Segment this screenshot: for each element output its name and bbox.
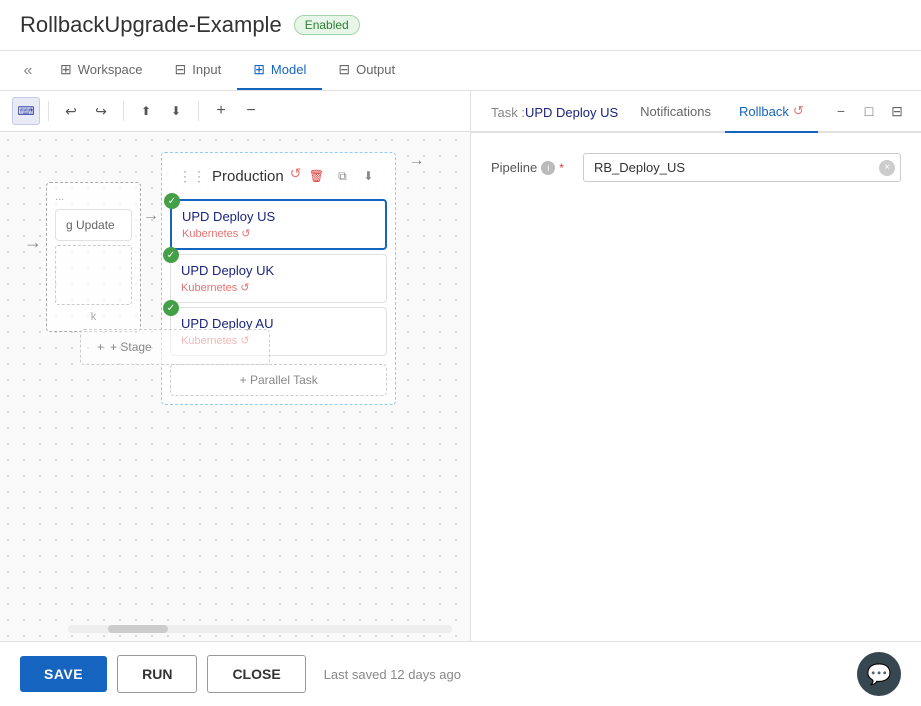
task-type: Kubernetes ↺ — [182, 227, 375, 240]
right-tab-actions: − □ ⊟ — [829, 99, 909, 123]
partial-stage-box — [55, 245, 132, 305]
add-stage-button[interactable]: + + Stage — [80, 329, 270, 365]
toolbar-group-move: ⬆ ⬇ — [132, 97, 190, 125]
toolbar-separator-1 — [48, 101, 49, 121]
task-name-2: UPD Deploy UK — [181, 263, 376, 278]
task-type-2: Kubernetes ↺ — [181, 281, 376, 294]
right-panel: Task :UPD Deploy US Notifications Rollba… — [471, 91, 921, 641]
pipeline-field-row: Pipeline i * × — [491, 153, 901, 182]
bottom-bar: SAVE RUN CLOSE Last saved 12 days ago 💬 — [0, 641, 921, 706]
drag-handle-icon: ⋮⋮ — [178, 168, 206, 185]
pipeline-input[interactable] — [583, 153, 901, 182]
task-rollback-icon-2: ↺ — [240, 281, 249, 294]
canvas-panel: ⌨ ↩ ↪ ⬆ ⬇ + − → — [0, 91, 471, 641]
required-indicator: * — [559, 161, 564, 175]
chat-icon: 💬 — [867, 662, 892, 687]
rollback-stage-icon[interactable]: ↺ — [290, 165, 302, 187]
right-panel-content: Pipeline i * × — [471, 133, 921, 641]
delete-stage-button[interactable]: 🗑 — [305, 165, 327, 187]
canvas-area[interactable]: → ... g Update k → ⋮⋮ — [0, 132, 470, 641]
save-status: Last saved 12 days ago — [324, 667, 461, 682]
minimize-panel-button[interactable]: − — [829, 99, 853, 123]
task-label: Task :UPD Deploy US — [483, 93, 626, 132]
tab-rollback[interactable]: Rollback ↺ — [725, 91, 818, 133]
add-stage-icon: + — [97, 340, 104, 354]
task-rollback-icon: ↺ — [241, 227, 250, 240]
toolbar-separator-2 — [123, 101, 124, 121]
production-stage[interactable]: ⋮⋮ Production ↺ 🗑 ⧉ ⬇ ✓ UPD — [161, 152, 396, 405]
model-icon: ⊞ — [253, 61, 265, 78]
scroll-track — [68, 625, 452, 633]
stage-title: Production — [212, 168, 284, 185]
close-panel-button[interactable]: ⊟ — [885, 99, 909, 123]
undo-button[interactable]: ↩ — [57, 97, 85, 125]
toolbar-separator-3 — [198, 101, 199, 121]
tab-model[interactable]: ⊞ Model — [237, 51, 322, 90]
run-button[interactable]: RUN — [117, 655, 197, 693]
partial-stage-1: ... g Update k — [46, 182, 141, 332]
app-title: RollbackUpgrade-Example — [20, 12, 282, 38]
move-down-button[interactable]: ⬇ — [162, 97, 190, 125]
stage-header: ⋮⋮ Production ↺ 🗑 ⧉ ⬇ — [170, 161, 387, 191]
partial-task-2: k — [55, 311, 132, 323]
add-parallel-task-button[interactable]: + Parallel Task — [170, 364, 387, 396]
left-arrow: → — [24, 152, 42, 253]
task-name: UPD Deploy US — [182, 209, 375, 224]
enabled-badge: Enabled — [294, 15, 360, 35]
tab-input[interactable]: ⊟ Input — [159, 51, 238, 90]
task-card-upd-deploy-uk[interactable]: ✓ UPD Deploy UK Kubernetes ↺ — [170, 254, 387, 303]
collapse-button[interactable]: « — [16, 59, 40, 83]
task-card-upd-deploy-us[interactable]: ✓ UPD Deploy US Kubernetes ↺ — [170, 199, 387, 250]
workspace-icon: ⊞ — [60, 61, 72, 78]
horizontal-scrollbar[interactable] — [60, 621, 460, 637]
download-stage-button[interactable]: ⬇ — [357, 165, 379, 187]
task-check-icon-3: ✓ — [163, 300, 179, 316]
restore-panel-button[interactable]: □ — [857, 99, 881, 123]
pipeline-flow: → ... g Update k → ⋮⋮ — [0, 132, 470, 425]
save-button[interactable]: SAVE — [20, 656, 107, 692]
main-content: ⌨ ↩ ↪ ⬆ ⬇ + − → — [0, 91, 921, 641]
chat-bubble-button[interactable]: 💬 — [857, 652, 901, 696]
rollback-tab-icon: ↺ — [793, 103, 804, 119]
toolbar-group-zoom: + − — [207, 97, 265, 125]
stage-actions: ↺ 🗑 ⧉ ⬇ — [290, 165, 380, 187]
tab-output[interactable]: ⊟ Output — [322, 51, 411, 90]
pipeline-info-icon: i — [541, 161, 555, 175]
copy-stage-button[interactable]: ⧉ — [331, 165, 353, 187]
scroll-thumb — [108, 625, 168, 633]
move-up-button[interactable]: ⬆ — [132, 97, 160, 125]
redo-button[interactable]: ↪ — [87, 97, 115, 125]
output-icon: ⊟ — [338, 61, 350, 78]
app-header: RollbackUpgrade-Example Enabled — [0, 0, 921, 51]
keyboard-button[interactable]: ⌨ — [12, 97, 40, 125]
close-button[interactable]: CLOSE — [207, 655, 305, 693]
add-stage-area: → + + Stage — [396, 152, 424, 240]
tab-notifications[interactable]: Notifications — [626, 92, 725, 133]
toolbar-group-history: ↩ ↪ — [57, 97, 115, 125]
pipeline-label: Pipeline i * — [491, 160, 571, 175]
partial-task-1: g Update — [55, 209, 132, 241]
arrow-2: → — [408, 152, 424, 170]
toolbar-group-keyboard: ⌨ — [12, 97, 40, 125]
input-icon: ⊟ — [175, 61, 187, 78]
task-check-icon-2: ✓ — [163, 247, 179, 263]
clear-pipeline-button[interactable]: × — [879, 160, 895, 176]
right-tabs: Task :UPD Deploy US Notifications Rollba… — [471, 91, 921, 133]
zoom-out-button[interactable]: − — [237, 97, 265, 125]
tab-workspace[interactable]: ⊞ Workspace — [44, 51, 159, 90]
task-check-icon: ✓ — [164, 193, 180, 209]
zoom-in-button[interactable]: + — [207, 97, 235, 125]
canvas-toolbar: ⌨ ↩ ↪ ⬆ ⬇ + − — [0, 91, 470, 132]
pipeline-input-wrap: × — [583, 153, 901, 182]
arrow-1: → — [143, 152, 159, 225]
nav-tabs: « ⊞ Workspace ⊟ Input ⊞ Model ⊟ Output — [0, 51, 921, 91]
